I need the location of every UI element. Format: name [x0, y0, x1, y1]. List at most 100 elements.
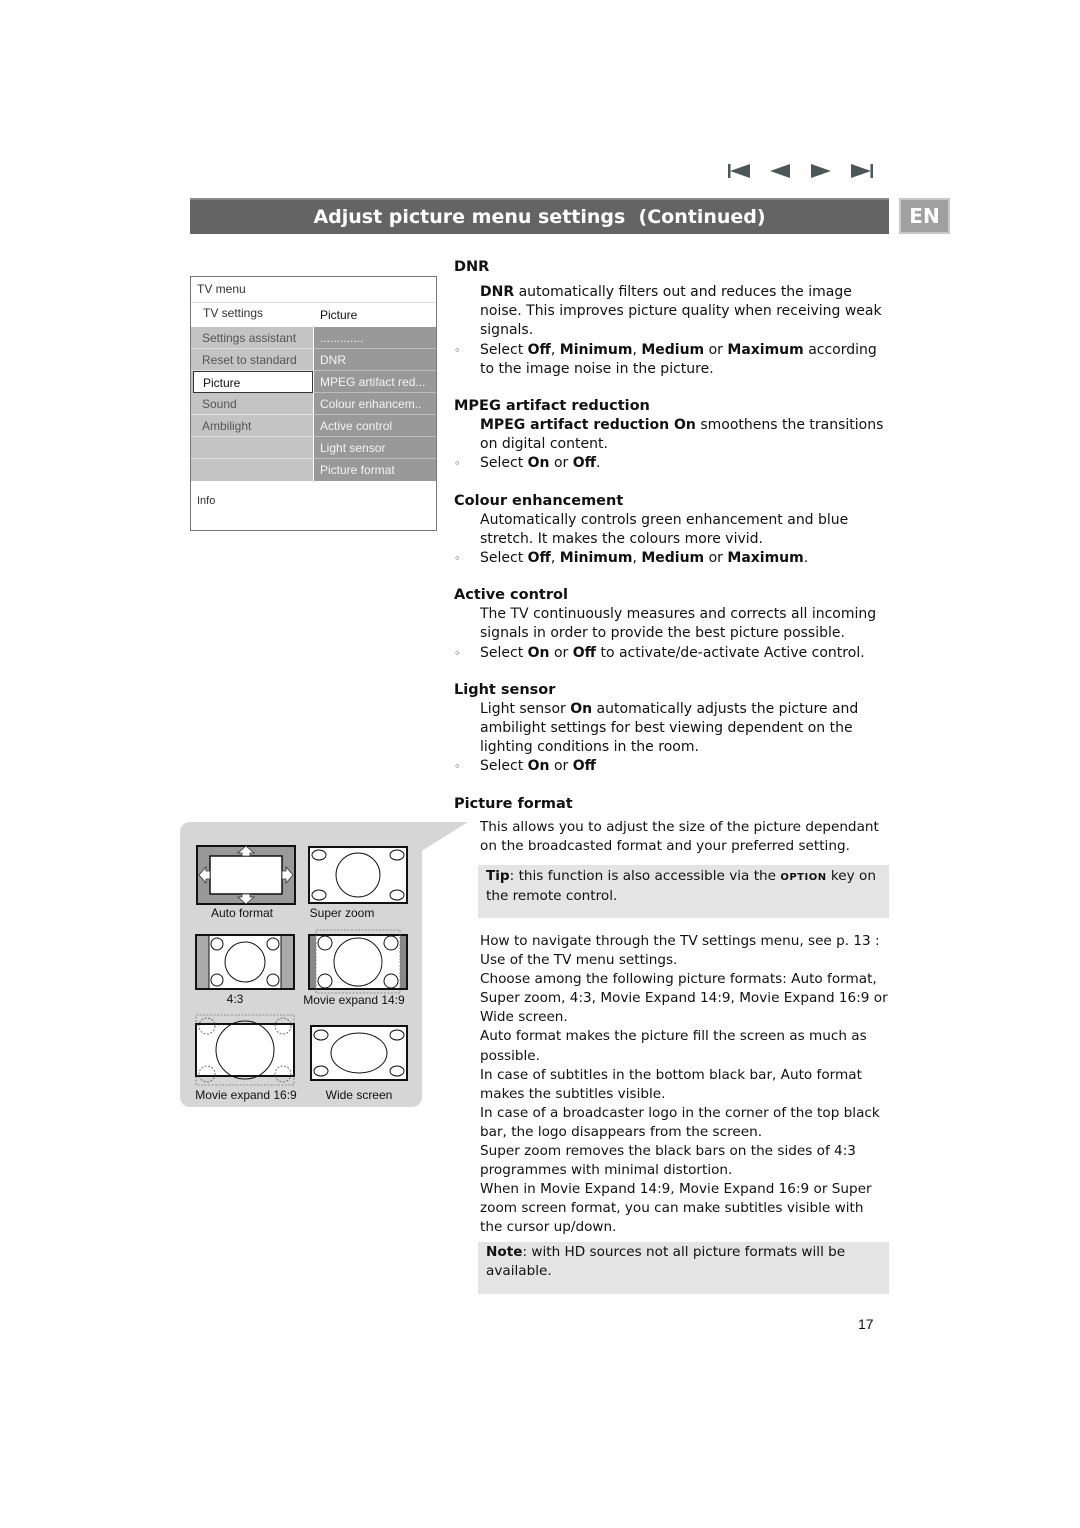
submenu-item-dnr[interactable]: DNR — [314, 349, 436, 371]
tip-box: Tip: this function is also accessible vi… — [478, 865, 889, 918]
note-text: : with HD sources not all picture format… — [486, 1244, 846, 1280]
text: . — [596, 455, 601, 472]
text: to activate/de-activate Active control. — [596, 644, 865, 661]
menu-item-settings-assistant[interactable]: Settings assistant — [191, 327, 313, 349]
wide-screen-illustration — [310, 1025, 408, 1081]
option-off: Off — [572, 644, 596, 661]
menu-item-ambilight[interactable]: Ambilight — [191, 415, 313, 437]
language-badge: EN — [899, 198, 950, 234]
tv-menu-info: Info — [197, 495, 216, 507]
tv-menu-screenshot: TV menu TV settings Picture Settings ass… — [190, 276, 437, 531]
picture-format-description: This allows you to adjust the size of th… — [480, 819, 879, 855]
active-description: The TV continuously measures and correct… — [480, 606, 877, 642]
tv-menu-breadcrumb-left: TV settings — [203, 306, 264, 320]
menu-item-reset-to-standard[interactable]: Reset to standard — [191, 349, 313, 371]
text: or — [549, 455, 573, 472]
text: or — [549, 644, 573, 661]
skip-to-end-icon — [851, 164, 873, 178]
option-minimum: Minimum — [559, 550, 633, 567]
text: or — [549, 758, 573, 775]
paragraph: How to navigate through the TV settings … — [480, 933, 880, 969]
page-number: 17 — [858, 1316, 874, 1332]
paragraph: Auto format makes the picture fill the s… — [480, 1028, 867, 1064]
text: or — [704, 341, 728, 358]
menu-item-picture[interactable]: Picture — [193, 371, 313, 393]
format-wide-screen: Wide screen — [310, 1025, 408, 1102]
bullet-icon: ◦ — [454, 343, 461, 357]
menu-item-empty — [191, 459, 313, 481]
triangle-right-icon — [811, 164, 831, 178]
format-4-3: 4:3 — [195, 934, 295, 1006]
dnr-text: automatically filters out and reduces th… — [480, 284, 882, 339]
heading-active-control: Active control — [454, 587, 568, 604]
submenu-item-dots[interactable]: ............. — [314, 327, 436, 349]
format-caption: Movie expand 16:9 — [195, 1088, 297, 1102]
option-minimum: Minimum — [559, 341, 633, 358]
previous-page-button[interactable] — [768, 160, 792, 182]
heading-colour-enhancement: Colour enhancement — [454, 492, 624, 509]
paragraph: When in Movie Expand 14:9, Movie Expand … — [480, 1181, 872, 1236]
page-navigation — [727, 160, 874, 182]
bullet-icon: ◦ — [454, 552, 461, 566]
text: Select — [480, 455, 528, 472]
triangle-left-icon — [770, 164, 790, 178]
dnr-bullet: ◦ Select Off, Minimum, Medium or Maximum … — [454, 341, 894, 379]
submenu-item-active-control[interactable]: Active control — [314, 415, 436, 437]
option-medium: Medium — [641, 550, 705, 567]
colour-bullet: ◦ Select Off, Minimum, Medium or Maximum. — [454, 549, 894, 568]
tv-menu-title: TV menu — [197, 282, 246, 296]
auto-format-illustration — [196, 845, 296, 905]
light-description: Light sensor On automatically adjusts th… — [480, 700, 894, 758]
option-off: Off — [527, 341, 551, 358]
movie-expand-16-9-illustration — [195, 1014, 295, 1086]
format-auto: Auto format — [196, 845, 296, 920]
option-maximum: Maximum — [727, 550, 804, 567]
tv-menu-right-column: ............. DNR MPEG artifact red... C… — [314, 327, 436, 481]
text: Select — [480, 341, 528, 358]
last-page-button[interactable] — [850, 160, 874, 182]
picture-format-details: How to navigate through the TV settings … — [480, 932, 890, 1238]
tv-menu-breadcrumb-right: Picture — [320, 308, 358, 322]
next-page-button[interactable] — [809, 160, 833, 182]
tv-menu-left-column: Settings assistant Reset to standard Pic… — [191, 327, 313, 481]
option-key: OPTION — [780, 872, 827, 883]
format-super-zoom: Super zoom — [308, 845, 408, 920]
bullet-icon: ◦ — [454, 457, 461, 471]
colour-description: Automatically controls green enhancement… — [480, 511, 849, 547]
format-movie-expand-14-9: Movie expand 14:9 — [303, 928, 408, 1007]
format-caption: Wide screen — [325, 1088, 393, 1102]
four-three-illustration — [195, 934, 295, 990]
divider — [191, 302, 436, 303]
panel-pointer — [420, 822, 468, 852]
text: Select — [480, 758, 528, 775]
menu-item-empty — [191, 437, 313, 459]
format-movie-expand-16-9: Movie expand 16:9 — [195, 1014, 297, 1102]
bullet-icon: ◦ — [454, 646, 461, 660]
submenu-item-picture-format[interactable]: Picture format — [314, 459, 436, 481]
menu-item-sound[interactable]: Sound — [191, 393, 313, 415]
dnr-description: DNR automatically filters out and reduce… — [480, 283, 894, 341]
paragraph: In case of subtitles in the bottom black… — [480, 1066, 862, 1102]
skip-to-start-icon — [728, 164, 750, 178]
tip-text: : this function is also accessible via t… — [509, 868, 781, 884]
option-maximum: Maximum — [727, 341, 804, 358]
paragraph: In case of a broadcaster logo in the cor… — [480, 1104, 880, 1140]
heading-light-sensor: Light sensor — [454, 681, 556, 698]
light-bullet: ◦ Select On or Off — [454, 757, 894, 776]
tip-label: Tip — [486, 868, 510, 884]
text: Select — [480, 550, 528, 567]
submenu-item-light-sensor[interactable]: Light sensor — [314, 437, 436, 459]
super-zoom-illustration — [308, 846, 408, 904]
format-caption: 4:3 — [226, 992, 244, 1006]
mpeg-bold: MPEG artifact reduction On — [480, 417, 696, 434]
submenu-item-mpeg[interactable]: MPEG artifact red... — [314, 371, 436, 393]
paragraph: Super zoom removes the black bars on the… — [480, 1143, 856, 1179]
heading-picture-format: Picture format — [454, 795, 573, 812]
option-on: On — [527, 455, 550, 472]
submenu-item-colour-enhancement[interactable]: Colour enhancem.. — [314, 393, 436, 415]
bullet-icon: ◦ — [454, 760, 461, 774]
text: Select — [480, 644, 528, 661]
first-page-button[interactable] — [727, 160, 751, 182]
text: , — [632, 341, 642, 358]
text: , — [550, 341, 560, 358]
